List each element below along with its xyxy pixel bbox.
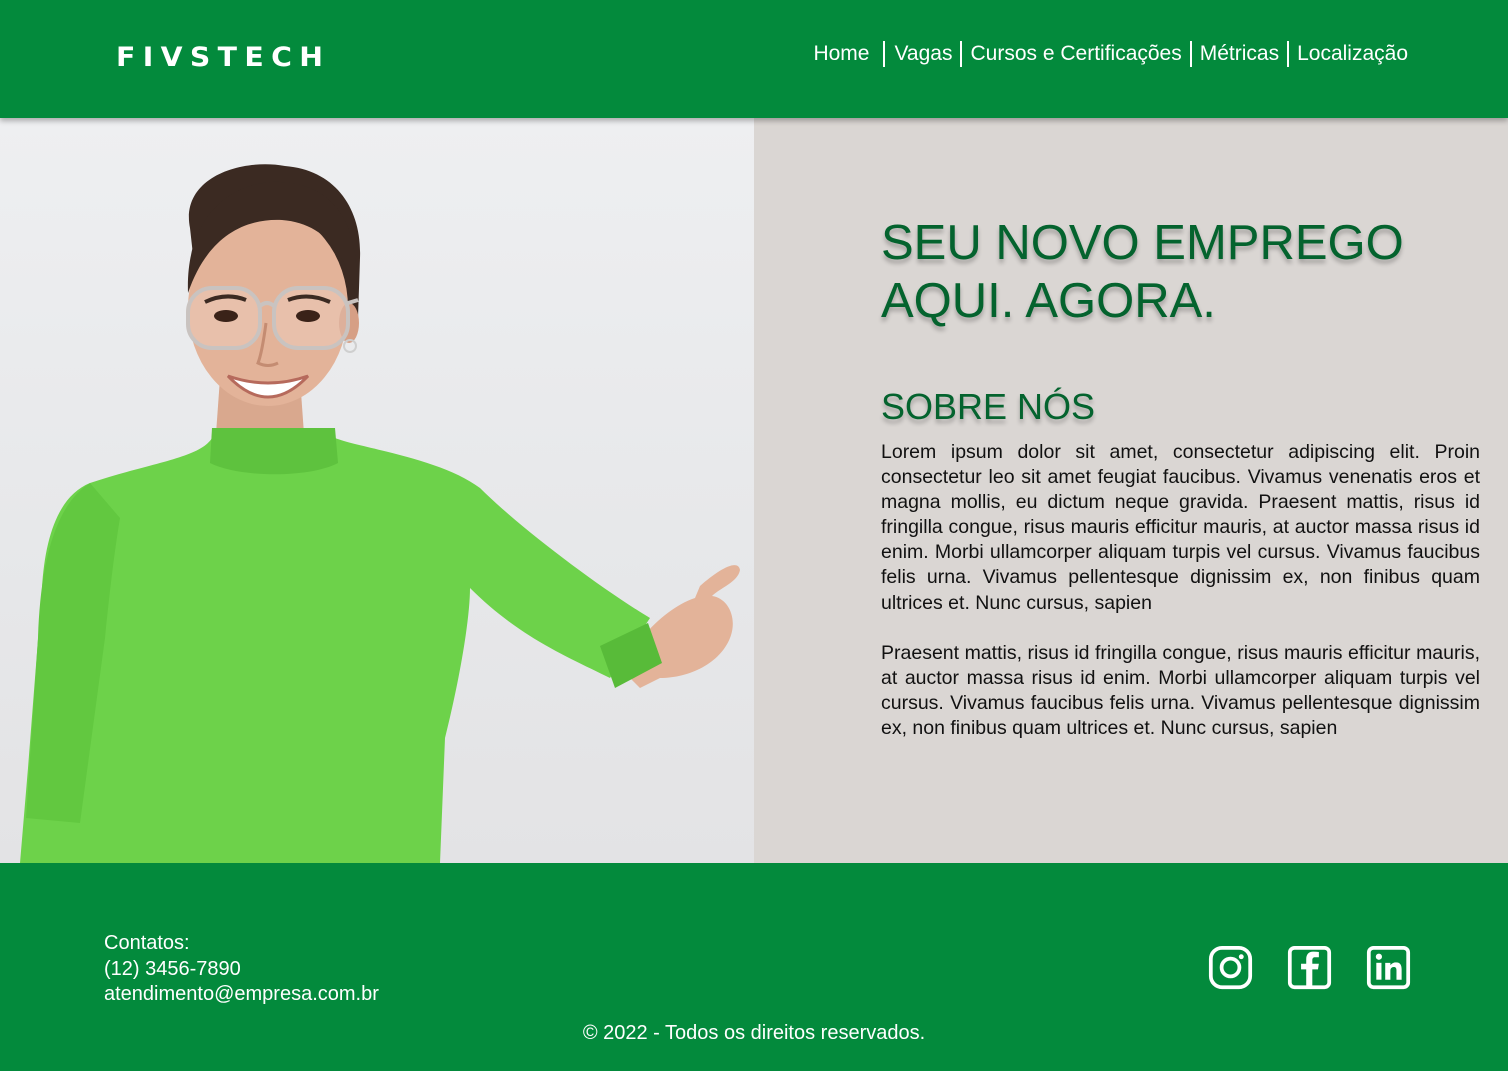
nav-link-metricas[interactable]: Métricas — [1200, 40, 1279, 68]
nav-link-vagas[interactable]: Vagas — [894, 40, 952, 68]
contact-phone[interactable]: (12) 3456-7890 — [104, 957, 379, 983]
contact-email[interactable]: atendimento@empresa.com.br — [104, 982, 379, 1008]
linkedin-icon[interactable] — [1366, 945, 1411, 990]
facebook-icon[interactable] — [1287, 945, 1332, 990]
logo[interactable]: FIVSTECH — [116, 41, 330, 75]
hero-headline: SEU NOVO EMPREGO AQUI. AGORA. — [881, 214, 1441, 330]
nav-divider — [1189, 41, 1192, 67]
about-text: Lorem ipsum dolor sit amet, consectetur … — [881, 440, 1480, 741]
about-paragraph-1: Lorem ipsum dolor sit amet, consectetur … — [881, 441, 1480, 614]
nav-link-home[interactable]: Home — [813, 40, 869, 68]
nav-link-cursos[interactable]: Cursos e Certificações — [970, 40, 1181, 68]
nav-divider — [960, 41, 963, 67]
about-paragraph-2: Praesent mattis, risus id fringilla cong… — [881, 641, 1480, 739]
nav-link-localizacao[interactable]: Localização — [1297, 40, 1408, 68]
about-title: SOBRE NÓS — [881, 386, 1096, 427]
headline-line2: AQUI. AGORA. — [881, 274, 1216, 328]
hero-section: SEU NOVO EMPREGO AQUI. AGORA. SOBRE NÓS … — [0, 118, 1508, 863]
site-footer: Contatos: (12) 3456-7890 atendimento@emp… — [0, 863, 1508, 1071]
copyright-text: © 2022 - Todos os direitos reservados. — [582, 1022, 926, 1044]
hero-content: SEU NOVO EMPREGO AQUI. AGORA. SOBRE NÓS … — [754, 118, 1508, 863]
instagram-icon[interactable] — [1208, 945, 1253, 990]
headline-line1: SEU NOVO EMPREGO — [881, 216, 1404, 270]
nav-divider — [883, 41, 886, 67]
woman-pointing-illustration — [20, 164, 740, 863]
main-nav: Home Vagas Cursos e Certificações Métric… — [813, 40, 1408, 68]
hero-photo — [0, 118, 754, 863]
contacts-label: Contatos: — [104, 932, 190, 954]
page: FIVSTECH Home Vagas Cursos e Certificaçõ… — [0, 0, 1508, 1071]
site-header: FIVSTECH Home Vagas Cursos e Certificaçõ… — [0, 0, 1508, 118]
nav-divider — [1287, 41, 1290, 67]
social-links — [1208, 945, 1411, 990]
contacts-block: Contatos: (12) 3456-7890 atendimento@emp… — [104, 931, 379, 1008]
